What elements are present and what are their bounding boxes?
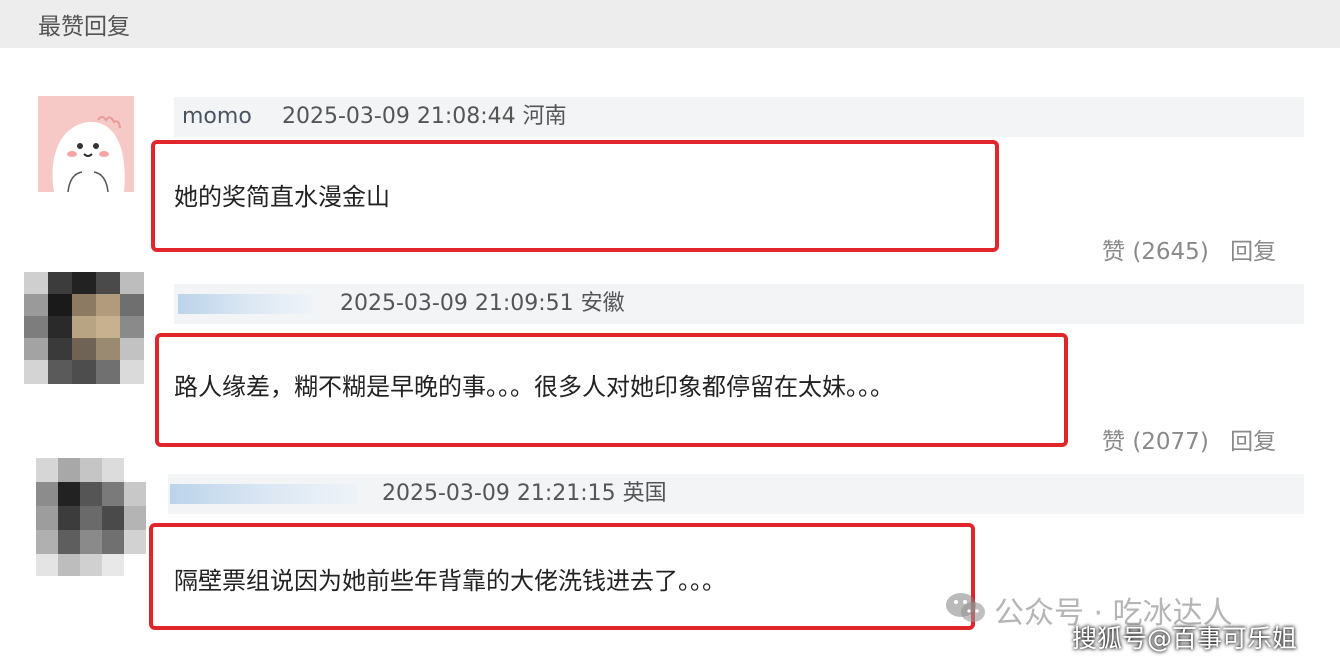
username-blurred[interactable]: [170, 484, 358, 504]
comment-meta: 2025-03-09 21:09:51 安徽: [174, 284, 1304, 324]
reply-button[interactable]: 回复: [1230, 429, 1276, 455]
timestamp: 2025-03-09 21:08:44: [282, 104, 516, 129]
wechat-icon: [946, 593, 985, 622]
comment-time: 2025-03-09 21:09:51 安徽: [340, 284, 625, 324]
comment-text: 她的奖简直水漫金山: [174, 183, 390, 211]
watermark-sohu: 搜狐号@百事可乐姐: [1072, 624, 1298, 653]
comment-actions: 赞 (2645) 回复: [1102, 232, 1276, 266]
location: 英国: [622, 481, 667, 506]
comment-text: 路人缘差，糊不糊是早晚的事。。。很多人对她印象都停留在太妹。。。: [174, 373, 894, 401]
reply-button[interactable]: 回复: [1230, 239, 1276, 265]
username[interactable]: momo: [182, 97, 252, 137]
avatar[interactable]: [36, 458, 146, 576]
timestamp: 2025-03-09 21:09:51: [340, 291, 574, 316]
comment-meta: momo 2025-03-09 21:08:44 河南: [174, 97, 1304, 137]
comment-time: 2025-03-09 21:08:44 河南: [282, 97, 567, 137]
avatar[interactable]: [38, 96, 134, 192]
location: 河南: [522, 104, 567, 129]
section-header: 最赞回复: [0, 0, 1340, 48]
like-button[interactable]: 赞 (2077): [1102, 429, 1209, 455]
comment-text: 隔壁票组说因为她前些年背靠的大佬洗钱进去了。。。: [174, 567, 726, 595]
like-button[interactable]: 赞 (2645): [1102, 239, 1209, 265]
comment-actions: 赞 (2077) 回复: [1102, 422, 1276, 456]
comment-meta: 2025-03-09 21:21:15 英国: [168, 474, 1304, 514]
location: 安徽: [580, 291, 625, 316]
comment-time: 2025-03-09 21:21:15 英国: [382, 474, 667, 514]
section-title: 最赞回复: [38, 14, 130, 40]
avatar[interactable]: [24, 272, 144, 384]
like-count: (2645): [1132, 239, 1209, 265]
timestamp: 2025-03-09 21:21:15: [382, 481, 616, 506]
username-blurred[interactable]: [178, 294, 312, 314]
like-count: (2077): [1132, 429, 1209, 455]
